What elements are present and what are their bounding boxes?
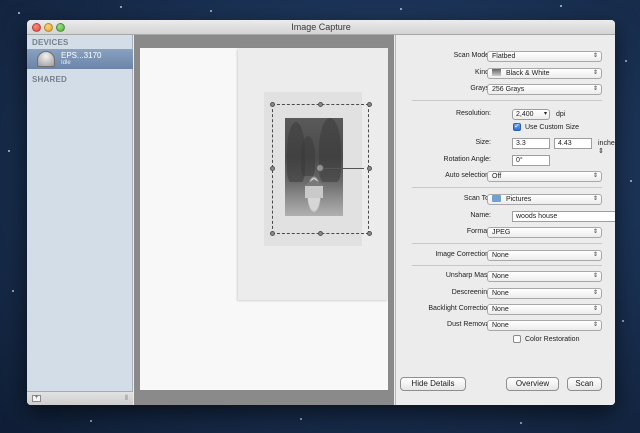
color-restoration-checkbox[interactable] (513, 335, 521, 343)
size-label: Size: (475, 139, 491, 146)
size-unit-value: inches (598, 140, 615, 147)
resolution-value: 2,400 (516, 111, 534, 118)
scan-mode-value: Flatbed (492, 53, 516, 60)
popup-arrows-icon: ⇕ (592, 229, 598, 235)
popup-arrows-icon: ⇕ (592, 290, 598, 296)
rotation-angle-label: Rotation Angle: (443, 156, 491, 163)
auto-selection-popup[interactable]: Off ⇕ (487, 171, 602, 182)
popup-arrows-icon: ⇕ (592, 322, 598, 328)
sidebar: DEVICES EPS...3170 Idle SHARED + ⦀ (27, 35, 133, 405)
selection-handle-left[interactable] (270, 166, 275, 171)
settings-panel: Scan Mode: Flatbed ⇕ Kind: Black & White… (395, 35, 615, 405)
use-custom-size-checkbox[interactable]: ✓ (513, 123, 521, 131)
selection-handle-top-left[interactable] (270, 102, 275, 107)
preview-canvas[interactable] (140, 48, 388, 390)
overview-button[interactable]: Overview (506, 377, 559, 391)
selection-handle-top[interactable] (318, 102, 323, 107)
scan-button[interactable]: Scan (567, 377, 602, 391)
rotation-arm (324, 168, 364, 169)
backlight-correction-label: Backlight Correction (428, 305, 491, 312)
devices-header: DEVICES (32, 38, 69, 47)
title-bar[interactable]: Image Capture (27, 20, 615, 35)
size-unit-popup[interactable]: inches ⇕ (598, 140, 615, 155)
popup-arrows-icon: ⇕ (592, 53, 598, 59)
selection-handle-top-right[interactable] (367, 102, 372, 107)
device-status: Idle (61, 60, 71, 66)
add-device-button[interactable]: + (32, 395, 41, 402)
grays-popup[interactable]: 256 Grays ⇕ (487, 84, 602, 95)
dust-removal-value: None (492, 322, 509, 329)
backlight-correction-value: None (492, 306, 509, 313)
separator (412, 243, 602, 244)
resize-grip-icon[interactable]: ⦀ (125, 395, 128, 403)
auto-selection-label: Auto selection: (445, 172, 491, 179)
separator (412, 187, 602, 188)
resolution-label: Resolution: (455, 110, 491, 117)
dust-removal-popup[interactable]: None ⇕ (487, 320, 602, 331)
scanner-icon (37, 51, 55, 67)
shared-header: SHARED (32, 75, 67, 84)
separator (412, 265, 602, 266)
hide-details-button[interactable]: Hide Details (400, 377, 466, 391)
unsharp-mask-value: None (492, 273, 509, 280)
format-popup[interactable]: JPEG ⇕ (487, 227, 602, 238)
name-label: Name: (470, 212, 491, 219)
popup-arrows-icon: ⇕ (592, 306, 598, 312)
chevron-down-icon: ▾ (543, 111, 547, 117)
kind-popup[interactable]: Black & White ⇕ (487, 68, 602, 79)
grays-value: 256 Grays (492, 86, 525, 93)
separator (412, 100, 602, 101)
unsharp-mask-popup[interactable]: None ⇕ (487, 271, 602, 282)
size-height-field[interactable]: 4.43 (554, 138, 592, 149)
size-width-field[interactable]: 3.3 (512, 138, 550, 149)
sidebar-bottom-bar: + ⦀ (27, 391, 133, 405)
resolution-unit: dpi (556, 111, 566, 118)
scan-mode-popup[interactable]: Flatbed ⇕ (487, 51, 602, 62)
selection-handle-bottom-right[interactable] (367, 231, 372, 236)
popup-arrows-icon: ⇕ (592, 252, 598, 258)
descreening-value: None (492, 290, 509, 297)
name-field[interactable]: woods house (512, 211, 615, 222)
use-custom-size-label: Use Custom Size (525, 124, 580, 131)
popup-arrows-icon: ⇕ (592, 70, 598, 76)
backlight-correction-popup[interactable]: None ⇕ (487, 304, 602, 315)
auto-selection-value: Off (492, 173, 502, 180)
selection-handle-right[interactable] (367, 166, 372, 171)
scan-to-value: Pictures (505, 196, 532, 203)
image-correction-value: None (492, 252, 509, 259)
popup-arrows-icon: ⇕ (592, 86, 598, 92)
image-capture-window: Image Capture DEVICES EPS...3170 Idle SH… (27, 20, 615, 405)
rotation-angle-field[interactable]: 0° (512, 155, 550, 166)
image-correction-label: Image Correction: (435, 251, 491, 258)
scan-to-popup[interactable]: Pictures ⇕ (487, 194, 602, 205)
device-name: EPS...3170 (61, 51, 102, 60)
sidebar-item-scanner[interactable]: EPS...3170 Idle (27, 49, 133, 69)
popup-arrows-icon: ⇕ (592, 173, 598, 179)
black-white-icon (492, 69, 501, 76)
scan-preview-area (134, 35, 394, 405)
rotation-center-icon[interactable] (316, 164, 324, 172)
descreening-popup[interactable]: None ⇕ (487, 288, 602, 299)
popup-arrows-icon: ⇕ (592, 196, 598, 202)
selection-handle-bottom[interactable] (318, 231, 323, 236)
scan-mode-label: Scan Mode: (453, 52, 491, 59)
popup-arrows-icon: ⇕ (598, 148, 604, 155)
window-title: Image Capture (291, 22, 351, 32)
format-value: JPEG (492, 229, 511, 236)
kind-value: Black & White (505, 70, 550, 77)
resolution-combo[interactable]: 2,400 ▾ (512, 109, 550, 120)
selection-handle-bottom-left[interactable] (270, 231, 275, 236)
dust-removal-label: Dust Removal (447, 321, 491, 328)
image-correction-popup[interactable]: None ⇕ (487, 250, 602, 261)
color-restoration-label: Color Restoration (525, 336, 580, 343)
folder-icon (492, 195, 501, 202)
unsharp-mask-label: Unsharp Mask (445, 272, 491, 279)
popup-arrows-icon: ⇕ (592, 273, 598, 279)
descreening-label: Descreening (451, 289, 491, 296)
